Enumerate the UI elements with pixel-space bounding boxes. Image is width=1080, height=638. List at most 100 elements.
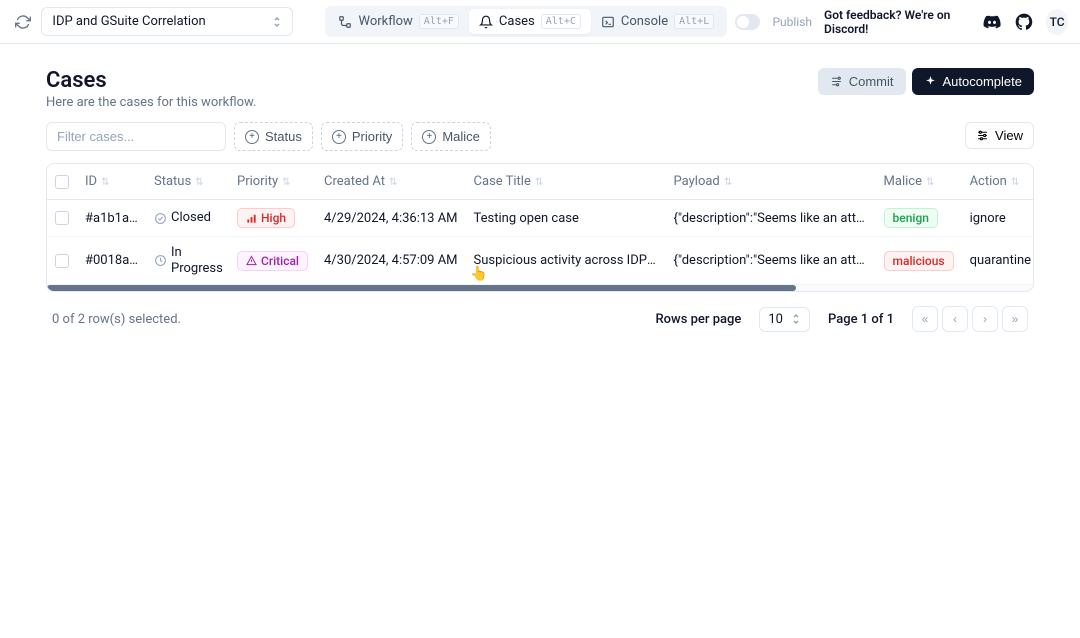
selection-text: 0 of 2 row(s) selected. (52, 312, 181, 327)
horizontal-scrollbar[interactable] (47, 285, 1033, 291)
page-subtitle: Here are the cases for this workflow. (46, 95, 256, 110)
nav-switcher: Workflow Alt+F Cases Alt+C Console Alt+L (325, 6, 727, 37)
filter-status[interactable]: + Status (234, 122, 313, 151)
terminal-icon (601, 15, 615, 29)
sort-icon: ⇅ (535, 177, 543, 188)
tab-console-shortcut: Alt+L (674, 14, 714, 29)
tab-workflow-shortcut: Alt+F (419, 14, 459, 29)
tab-console[interactable]: Console Alt+L (591, 9, 724, 34)
row-payload: {"description":"Seems like an attacker i… (666, 200, 876, 237)
row-payload: {"description":"Seems like an attacker i… (666, 237, 876, 285)
page-title: Cases (46, 68, 256, 93)
cases-table: ID⇅ Status⇅ Priority⇅ Created At⇅ Case T… (46, 163, 1034, 292)
commit-label: Commit (849, 74, 894, 89)
row-id: #a1b1a… (85, 211, 138, 226)
col-action[interactable]: Action⇅ (962, 164, 1034, 200)
col-id[interactable]: ID⇅ (77, 164, 146, 200)
refresh-button[interactable] (12, 10, 33, 34)
pager-next[interactable]: › (972, 306, 998, 332)
chevron-sort-icon (791, 312, 801, 326)
rows-per-page-select[interactable]: 10 (759, 307, 810, 332)
sliders-icon (976, 129, 989, 142)
github-icon (1014, 12, 1034, 32)
alert-triangle-icon (246, 255, 257, 266)
table-row[interactable]: #0018a… In Progress Critical 4/30/2024, … (47, 237, 1034, 285)
chevron-sort-icon (272, 15, 282, 29)
tab-workflow[interactable]: Workflow Alt+F (328, 9, 468, 34)
row-status: In Progress (154, 245, 221, 276)
workflow-name: IDP and GSuite Correlation (52, 14, 205, 29)
github-link[interactable] (1014, 11, 1034, 33)
col-payload[interactable]: Payload⇅ (666, 164, 876, 200)
publish-toggle[interactable] (735, 14, 760, 30)
autocomplete-label: Autocomplete (943, 74, 1023, 89)
sort-icon: ⇅ (926, 177, 934, 188)
plus-circle-icon: + (245, 130, 259, 144)
page-info: Page 1 of 1 (828, 312, 894, 327)
sliders-icon (830, 75, 843, 88)
row-status: Closed (154, 210, 221, 226)
tab-console-label: Console (621, 14, 668, 29)
priority-badge: High (237, 208, 295, 228)
select-all-checkbox[interactable] (55, 175, 69, 189)
row-action: quarantine (962, 237, 1034, 285)
status-icon (154, 254, 167, 267)
workflow-icon (338, 15, 352, 29)
col-malice[interactable]: Malice⇅ (876, 164, 962, 200)
discord-link[interactable] (982, 11, 1002, 33)
sparkle-icon (924, 75, 937, 88)
col-priority[interactable]: Priority⇅ (229, 164, 316, 200)
workflow-selector[interactable]: IDP and GSuite Correlation (41, 7, 293, 36)
row-checkbox[interactable] (55, 211, 69, 225)
plus-circle-icon: + (332, 130, 346, 144)
feedback-link[interactable]: Got feedback? We're on Discord! (824, 8, 970, 36)
filter-malice[interactable]: + Malice (411, 122, 491, 151)
sort-icon: ⇅ (389, 177, 397, 188)
filter-priority-label: Priority (352, 129, 392, 144)
malice-badge: malicious (884, 251, 954, 271)
scrollbar-thumb[interactable] (47, 285, 796, 291)
filter-priority[interactable]: + Priority (321, 122, 403, 151)
sort-icon: ⇅ (282, 177, 290, 188)
row-created-at: 4/30/2024, 4:57:09 AM (316, 237, 466, 285)
row-id: #0018a… (85, 253, 138, 268)
row-created-at: 4/29/2024, 4:36:13 AM (316, 200, 466, 237)
row-title: Suspicious activity across IDP and Googl… (466, 237, 666, 285)
plus-circle-icon: + (422, 130, 436, 144)
filter-input[interactable] (46, 122, 226, 151)
row-checkbox[interactable] (55, 254, 69, 268)
status-icon (154, 212, 167, 225)
col-created-at[interactable]: Created At⇅ (316, 164, 466, 200)
priority-badge: Critical (237, 251, 308, 271)
filter-malice-label: Malice (442, 129, 480, 144)
autocomplete-button[interactable]: Autocomplete (912, 68, 1035, 95)
publish-label: Publish (772, 15, 812, 29)
rows-per-page-label: Rows per page (655, 312, 741, 327)
sort-icon: ⇅ (724, 177, 732, 188)
signal-icon (246, 213, 257, 224)
sort-icon: ⇅ (101, 177, 109, 188)
row-action: ignore (962, 200, 1034, 237)
malice-badge: benign (884, 208, 938, 228)
view-label: View (995, 128, 1023, 143)
discord-icon (982, 12, 1002, 32)
pager-prev[interactable]: ‹ (942, 306, 968, 332)
pager-first[interactable]: « (912, 306, 938, 332)
col-title[interactable]: Case Title⇅ (466, 164, 666, 200)
view-button[interactable]: View (965, 122, 1034, 149)
refresh-icon (15, 14, 31, 30)
tab-cases-shortcut: Alt+C (541, 14, 581, 29)
tab-workflow-label: Workflow (358, 14, 412, 29)
pager-last[interactable]: » (1002, 306, 1028, 332)
row-title: Testing open case (466, 200, 666, 237)
user-avatar[interactable]: TC (1046, 9, 1068, 35)
sort-icon: ⇅ (195, 177, 203, 188)
rows-value: 10 (768, 312, 783, 327)
table-header-row: ID⇅ Status⇅ Priority⇅ Created At⇅ Case T… (47, 164, 1034, 200)
tab-cases-label: Cases (499, 14, 535, 29)
commit-button[interactable]: Commit (818, 68, 906, 95)
tab-cases[interactable]: Cases Alt+C (469, 9, 591, 34)
sort-icon: ⇅ (1011, 177, 1019, 188)
col-status[interactable]: Status⇅ (146, 164, 229, 200)
table-row[interactable]: #a1b1a… Closed High 4/29/2024, 4:36:13 A… (47, 200, 1034, 237)
